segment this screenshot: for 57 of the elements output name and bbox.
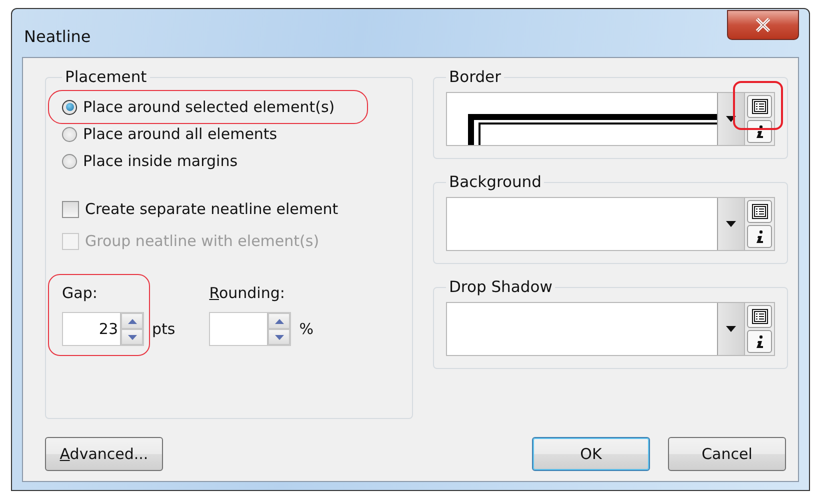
advanced-button[interactable]: Advanced... (45, 437, 163, 471)
down-arrow-icon (274, 334, 284, 340)
down-arrow-icon (128, 334, 136, 340)
field-label: Gap: (62, 284, 98, 302)
unit-label: % (299, 320, 314, 338)
radio-option[interactable]: Place around all elements (62, 125, 400, 143)
checkbox-label: Create separate neatline element (85, 200, 338, 218)
dropdown-button[interactable] (717, 198, 744, 250)
unit-label: pts (152, 320, 176, 338)
spin-field[interactable]: 23 (62, 312, 144, 346)
info-icon (754, 334, 764, 348)
properties-button[interactable] (747, 120, 772, 143)
close-button[interactable] (727, 10, 799, 40)
list-icon (752, 204, 768, 219)
spin-up-button[interactable] (268, 313, 290, 329)
checkbox-label: Group neatline with element(s) (85, 232, 320, 250)
symbol-list-button[interactable] (747, 200, 772, 223)
properties-button[interactable] (747, 225, 772, 248)
spin-up-button[interactable] (121, 313, 143, 329)
symbol-list-button[interactable] (747, 95, 772, 118)
group-title: Background (448, 173, 542, 191)
checkbox-option[interactable]: Create separate neatline element (62, 200, 400, 218)
radio-option[interactable]: Place around selected element(s) (62, 98, 400, 116)
properties-button[interactable] (747, 330, 772, 353)
spin-down-button[interactable] (268, 329, 290, 345)
radio-button[interactable] (62, 100, 77, 114)
spin-field[interactable] (209, 312, 292, 346)
list-icon (752, 99, 768, 114)
cancel-button[interactable]: Cancel (668, 437, 786, 471)
caret-icon (726, 221, 736, 227)
group-title: Border (448, 68, 502, 86)
up-arrow-icon (274, 318, 284, 324)
symbol-list-button[interactable] (747, 305, 772, 328)
option-label: Place inside margins (83, 152, 238, 170)
radio-option[interactable]: Place inside margins (62, 152, 400, 170)
field-label: Rounding: (209, 284, 286, 302)
radio-button[interactable] (62, 126, 77, 142)
group-title: Drop Shadow (448, 278, 554, 296)
info-icon (754, 124, 764, 138)
dropdown-button[interactable] (717, 93, 744, 145)
info-icon (754, 230, 764, 244)
dropdown-button[interactable] (717, 303, 744, 355)
ok-button[interactable]: OK (532, 437, 650, 471)
caret-icon (726, 326, 736, 332)
up-arrow-icon (128, 318, 136, 324)
radio-button[interactable] (62, 154, 77, 168)
checkbox[interactable] (62, 200, 79, 218)
symbol-dropdown[interactable] (446, 92, 745, 146)
caret-icon (726, 116, 736, 122)
spin-down-button[interactable] (121, 329, 143, 345)
list-icon (752, 309, 768, 324)
window-title: Neatline (24, 27, 91, 46)
close-icon (753, 18, 773, 32)
option-label: Place around all elements (83, 125, 278, 143)
option-label: Place around selected element(s) (83, 98, 335, 116)
group-title: Placement (64, 68, 148, 86)
field-value: 23 (98, 320, 119, 338)
